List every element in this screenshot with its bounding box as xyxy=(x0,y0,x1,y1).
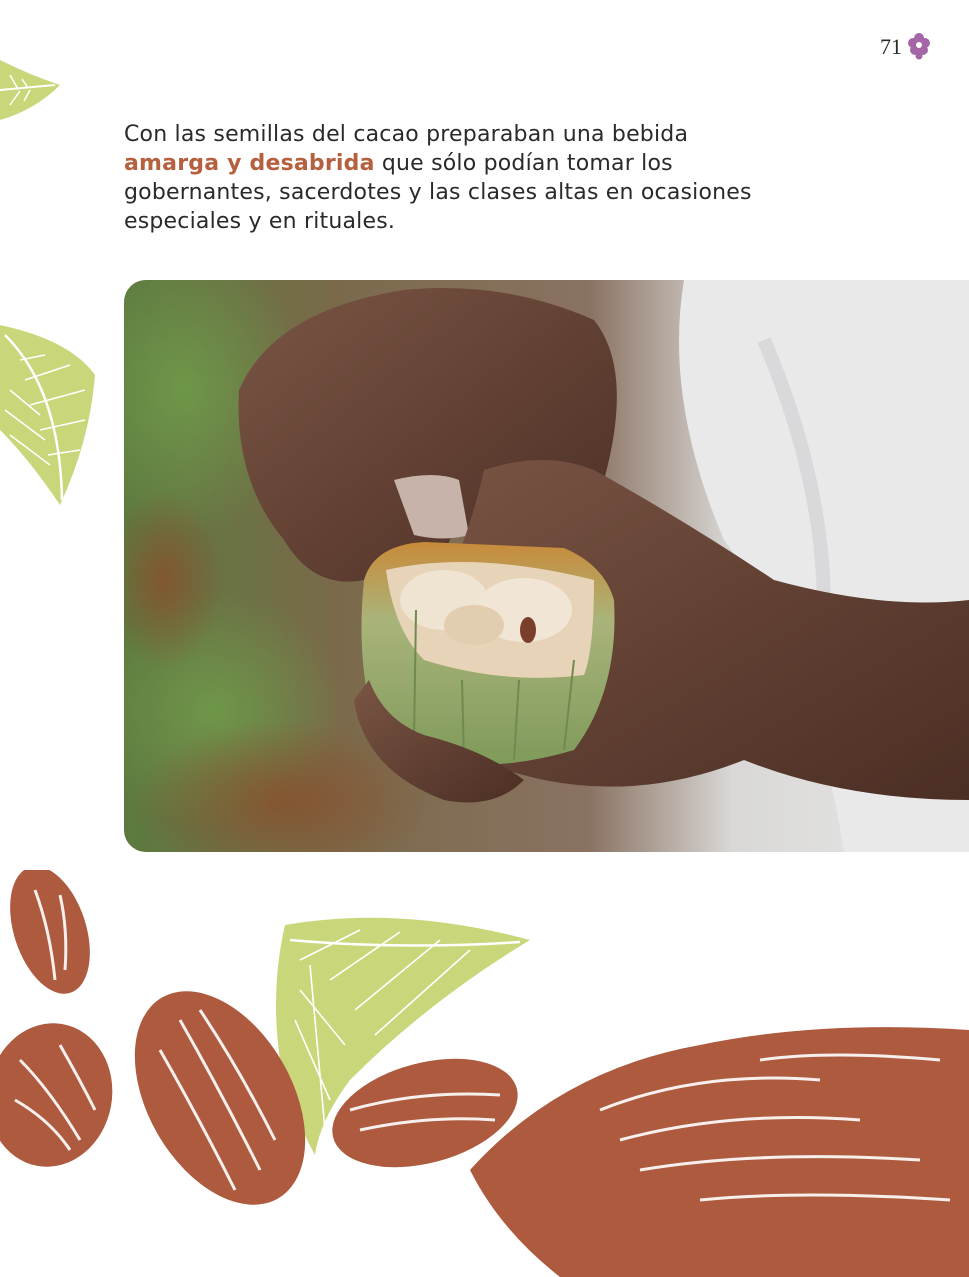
paragraph-text-start: Con las semillas del cacao preparaban un… xyxy=(124,122,689,147)
cacao-pod xyxy=(470,1027,969,1277)
cacao-leaf-top xyxy=(0,60,60,120)
flower-icon xyxy=(908,33,930,60)
intro-paragraph: Con las semillas del cacao preparaban un… xyxy=(124,120,764,236)
page-number: 71 xyxy=(880,34,902,59)
cacao-bean xyxy=(10,870,90,994)
cacao-leaf-left xyxy=(0,325,95,505)
cacao-decoration xyxy=(0,870,969,1277)
paragraph-highlight: amarga y desabrida xyxy=(124,151,375,176)
cacao-pod-photo xyxy=(124,280,969,852)
cacao-bean xyxy=(0,1023,113,1167)
